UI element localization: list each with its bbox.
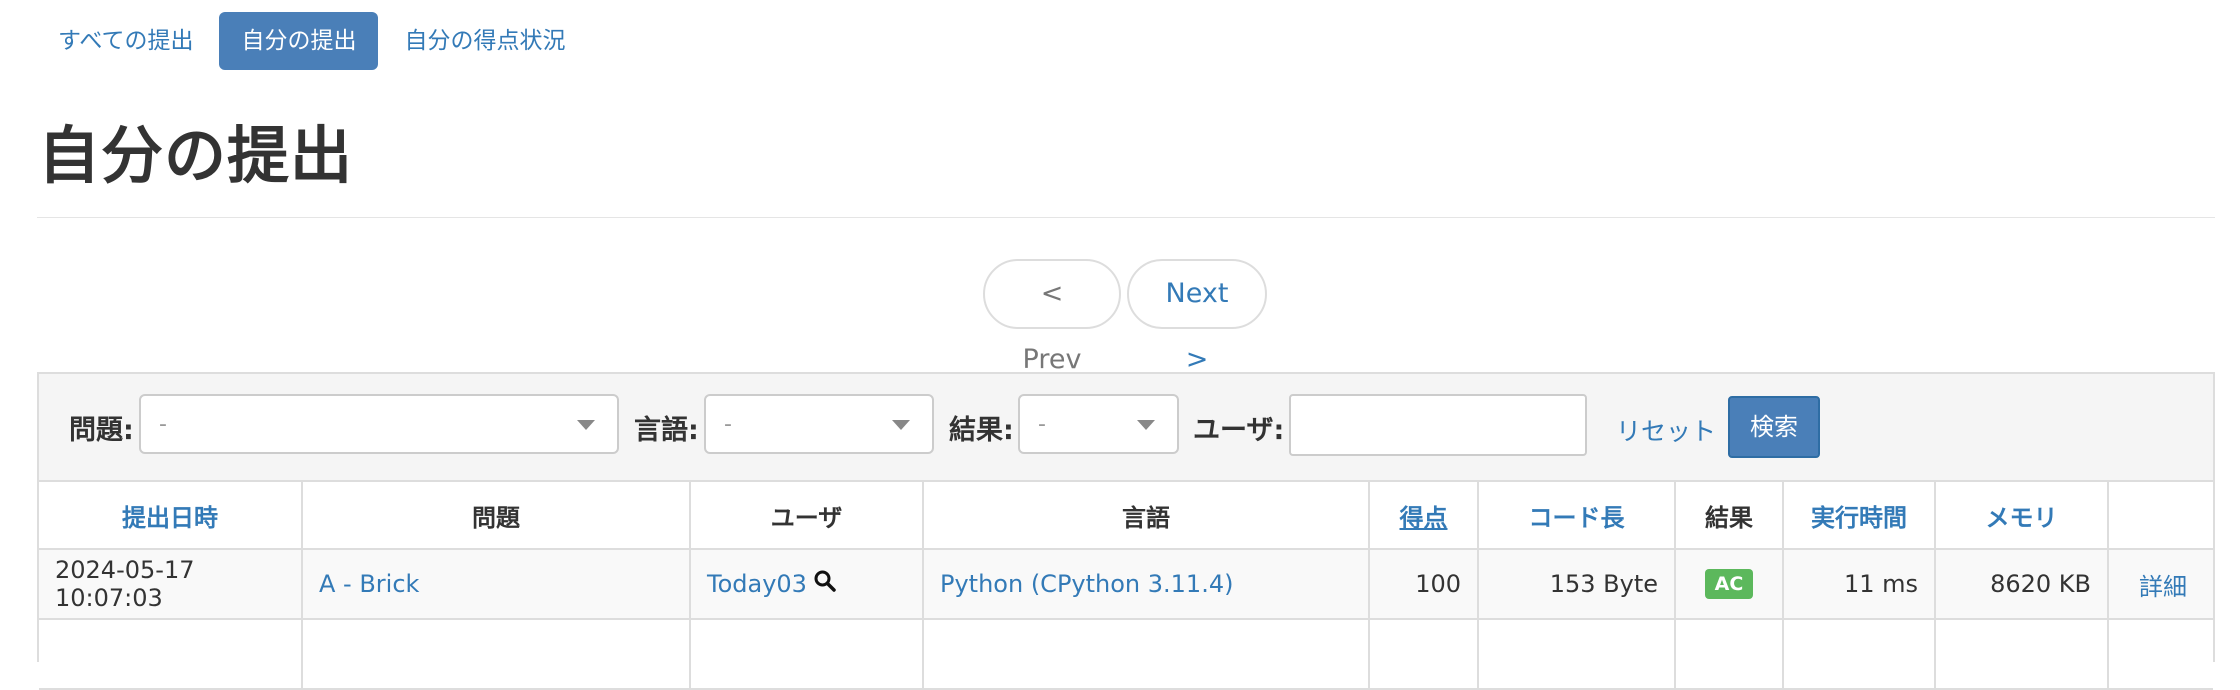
header-problem: 問題	[301, 482, 689, 548]
language-cell: Python (CPython 3.11.4)	[922, 550, 1368, 618]
header-language: 言語	[922, 482, 1368, 548]
table-row	[39, 620, 2213, 690]
nav-all-submissions[interactable]: すべての提出	[40, 12, 215, 70]
problem-filter-label: 問題:	[69, 415, 134, 446]
user-cell: Today03	[689, 550, 922, 618]
language-filter-label: 言語:	[634, 415, 699, 446]
detail-link[interactable]: 詳細	[2139, 567, 2187, 602]
table-row: 2024-05-17 10:07:03 A - Brick Today03 Py…	[39, 550, 2213, 620]
detail-cell: 詳細	[2107, 550, 2217, 618]
status-badge: AC	[1704, 569, 1754, 599]
chevron-down-icon	[1137, 420, 1155, 430]
chevron-down-icon	[577, 420, 595, 430]
table-cell	[1782, 620, 1934, 688]
page-title: 自分の提出	[38, 119, 354, 192]
problem-select[interactable]: -	[139, 394, 619, 454]
header-submission-time[interactable]: 提出日時	[39, 482, 301, 548]
table-cell	[689, 620, 922, 688]
result-select[interactable]: -	[1018, 394, 1179, 454]
header-user: ユーザ	[689, 482, 922, 548]
search-button[interactable]: 検索	[1728, 396, 1820, 458]
prev-page-button[interactable]: < Prev	[983, 259, 1121, 375]
submissions-nav: すべての提出 自分の提出 自分の得点状況	[40, 12, 591, 70]
problem-cell: A - Brick	[301, 550, 689, 618]
result-filter-label: 結果:	[949, 415, 1014, 446]
score-cell: 100	[1368, 550, 1477, 618]
nav-my-submissions[interactable]: 自分の提出	[219, 12, 379, 70]
language-link[interactable]: Python (CPython 3.11.4)	[940, 570, 1233, 598]
table-cell	[1368, 620, 1477, 688]
result-cell: AC	[1674, 550, 1782, 618]
language-select-value: -	[724, 412, 732, 437]
nav-my-score[interactable]: 自分の得点状況	[382, 12, 587, 70]
header-score[interactable]: 得点	[1368, 482, 1477, 548]
submissions-panel: 問題: - 言語: - 結果: - ユーザ: リセット 検索 提出日時 問題 ユ…	[37, 372, 2215, 690]
pager: < Prev Next >	[983, 259, 1273, 375]
header-exec-time[interactable]: 実行時間	[1782, 482, 1934, 548]
memory-cell: 8620 KB	[1934, 550, 2107, 618]
header-result: 結果	[1674, 482, 1782, 548]
header-detail	[2107, 482, 2217, 548]
table-cell	[922, 620, 1368, 688]
header-memory[interactable]: メモリ	[1934, 482, 2107, 548]
table-header-row: 提出日時 問題 ユーザ 言語 得点 コード長 結果 実行時間 メモリ	[39, 482, 2213, 550]
search-icon[interactable]	[813, 569, 837, 599]
user-input[interactable]	[1289, 394, 1587, 456]
table-cell	[2107, 620, 2217, 688]
header-code-length[interactable]: コード長	[1477, 482, 1674, 548]
result-select-value: -	[1038, 412, 1046, 437]
table-cell	[1477, 620, 1674, 688]
exec-time-cell: 11 ms	[1782, 550, 1934, 618]
problem-select-value: -	[159, 412, 167, 437]
user-link[interactable]: Today03	[707, 570, 807, 598]
filter-bar: 問題: - 言語: - 結果: - ユーザ: リセット 検索	[39, 374, 2213, 482]
table-cell	[39, 620, 301, 688]
table-cell	[1674, 620, 1782, 688]
reset-link[interactable]: リセット	[1616, 412, 1716, 448]
code-length-cell: 153 Byte	[1477, 550, 1674, 618]
problem-link[interactable]: A - Brick	[319, 570, 419, 598]
chevron-down-icon	[892, 420, 910, 430]
title-divider	[37, 217, 2215, 218]
submission-time-cell: 2024-05-17 10:07:03	[55, 556, 195, 612]
language-select[interactable]: -	[704, 394, 934, 454]
user-filter-label: ユーザ:	[1193, 415, 1285, 446]
table-cell	[301, 620, 689, 688]
next-page-button[interactable]: Next >	[1127, 259, 1267, 375]
table-cell	[1934, 620, 2107, 688]
